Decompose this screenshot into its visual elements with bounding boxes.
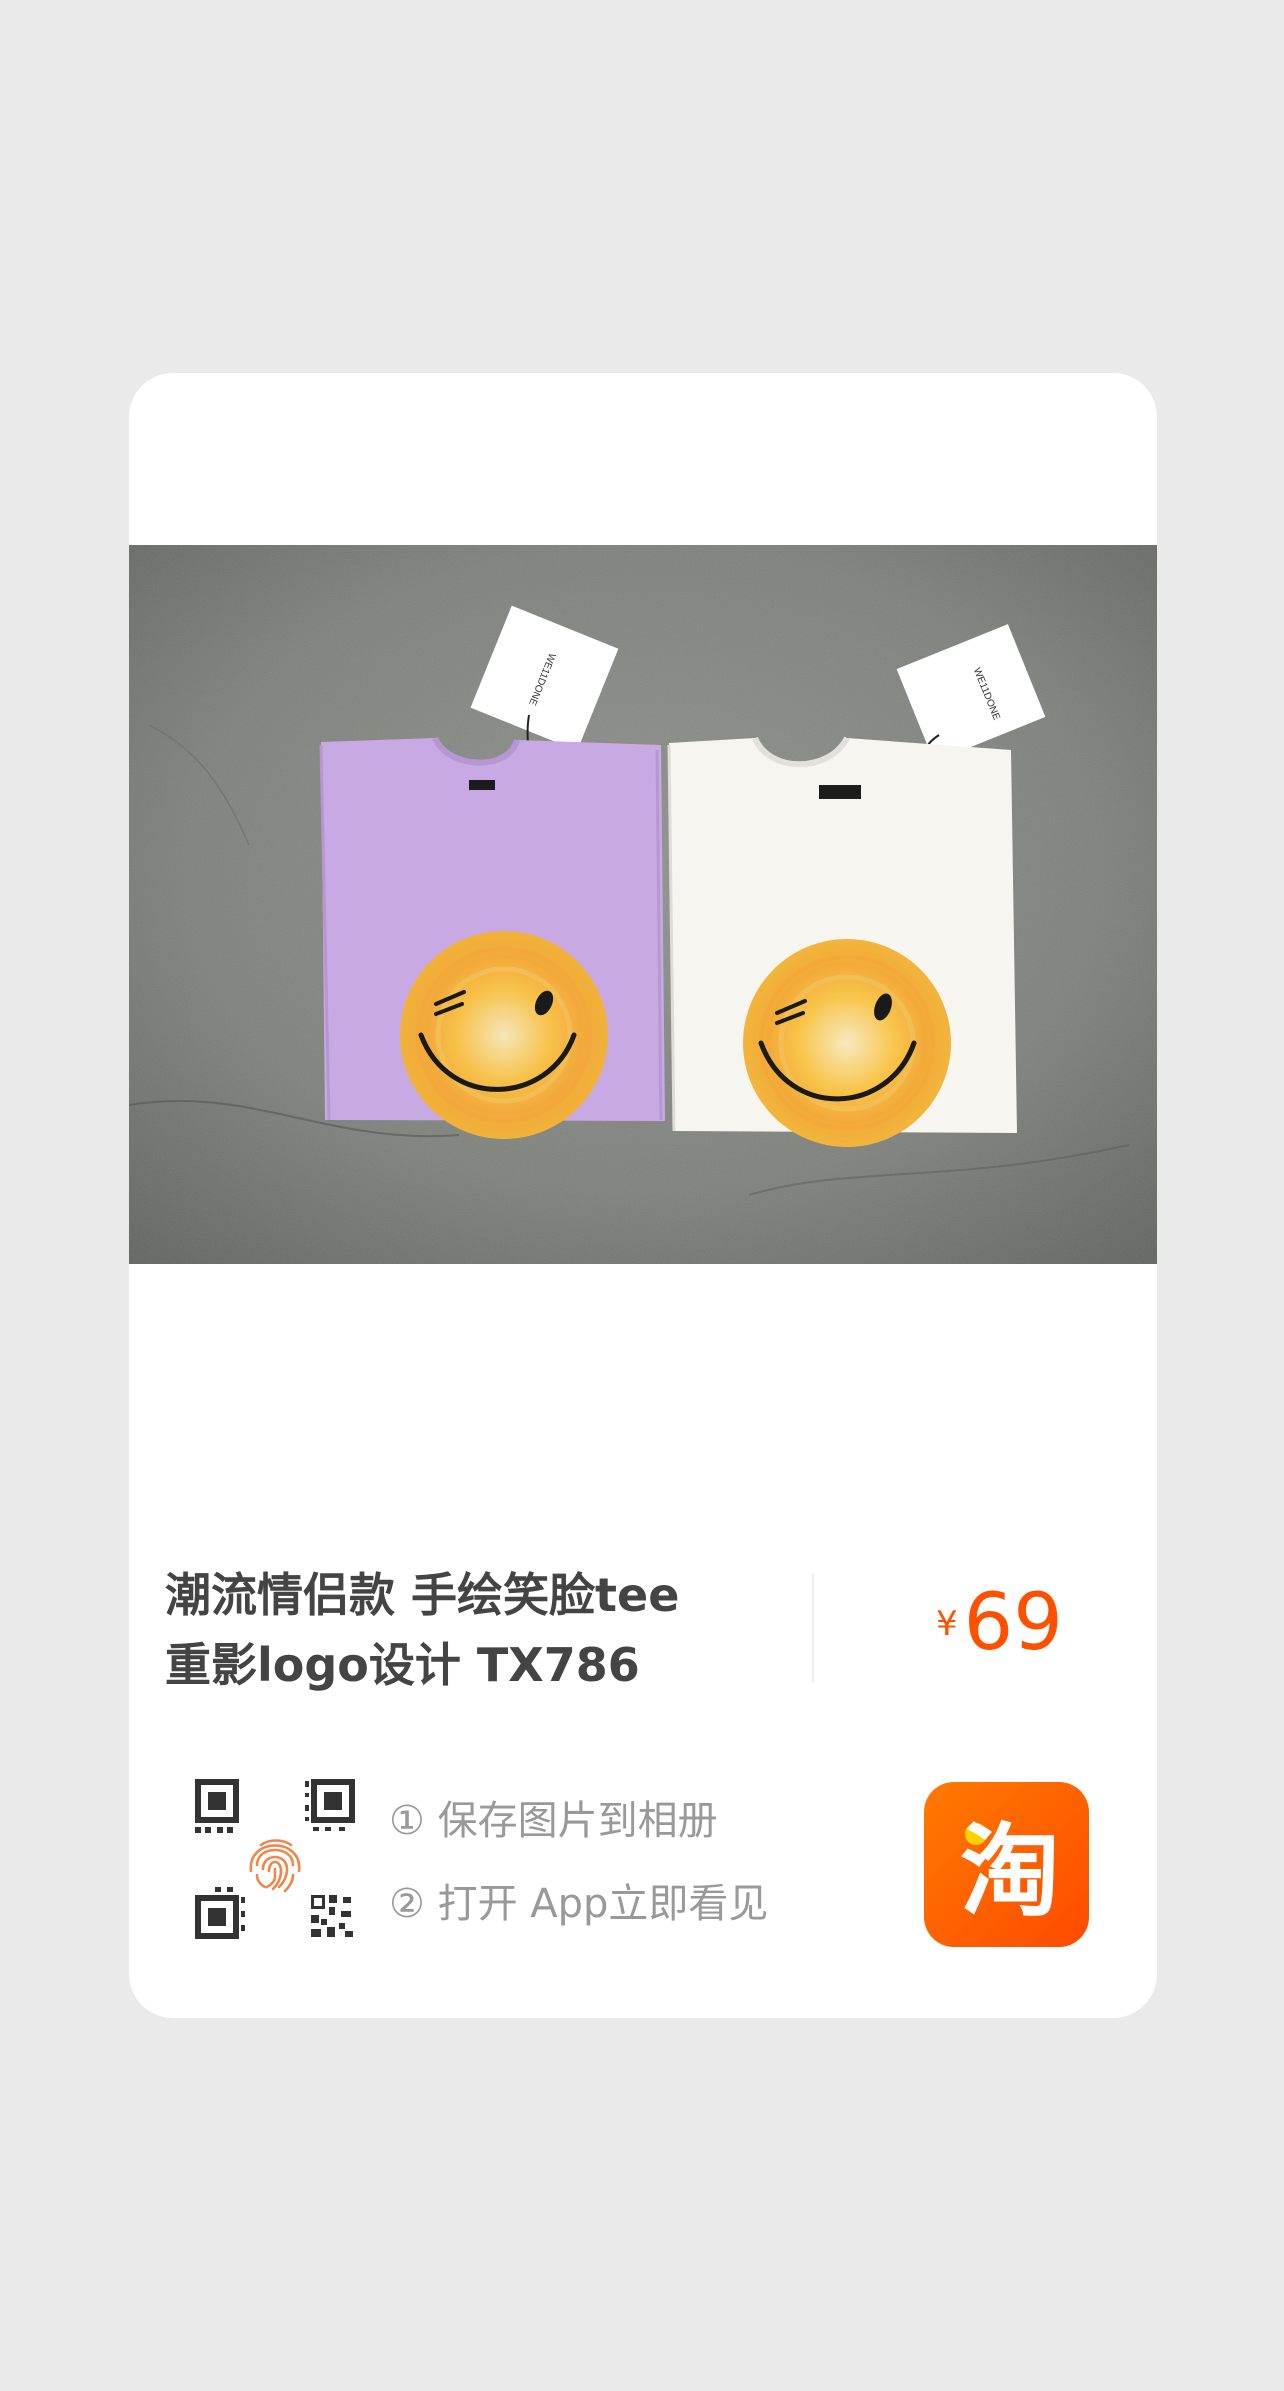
product-title-line-2: 重影logo设计 TX786 — [165, 1638, 640, 1692]
instruction-step-2: ② 打开 App立即看见 — [389, 1881, 769, 1927]
price-amount: 69 — [963, 1578, 1063, 1668]
share-card: WE11DONE WE11DONE 潮流情侣款 手绘笑脸tee 重影logo设计… — [129, 373, 1157, 2018]
qr-fingerprint-icon — [195, 1779, 355, 1939]
instructions: ① 保存图片到相册 ② 打开 App立即看见 — [389, 1793, 768, 1959]
product-image: WE11DONE WE11DONE — [129, 545, 1157, 1264]
price: ¥69 — [936, 1578, 1063, 1668]
product-title-line-1: 潮流情侣款 手绘笑脸tee — [165, 1568, 680, 1622]
title-price-divider — [812, 1573, 814, 1683]
taobao-glyph: 淘 — [960, 1813, 1060, 1930]
instruction-step-1: ① 保存图片到相册 — [389, 1798, 718, 1844]
product-title: 潮流情侣款 手绘笑脸tee 重影logo设计 TX786 — [165, 1560, 775, 1700]
taobao-app-icon[interactable]: 淘 — [924, 1782, 1089, 1947]
price-currency: ¥ — [936, 1604, 958, 1644]
